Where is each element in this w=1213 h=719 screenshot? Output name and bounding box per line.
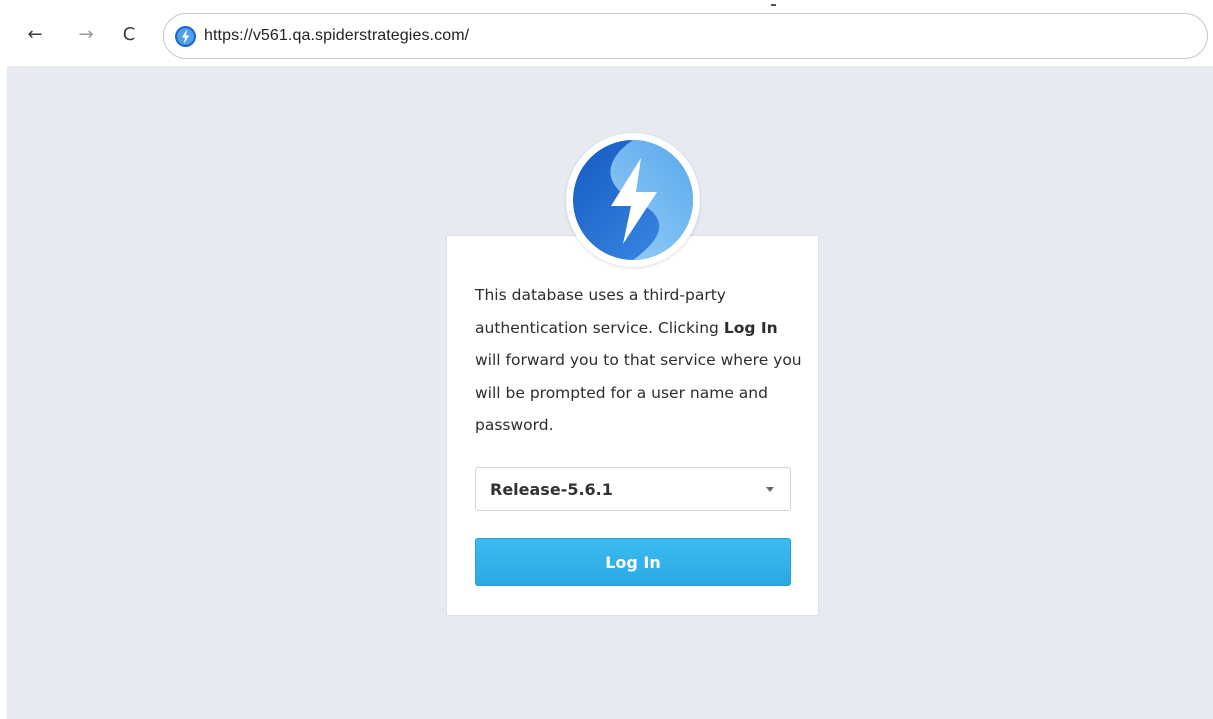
forward-button[interactable]: → [73,22,99,48]
address-bar[interactable]: https://v561.qa.spiderstrategies.com/ [163,13,1208,59]
app-logo-icon [573,140,693,260]
reload-icon: C [122,24,136,45]
login-card: This database uses a third-party authent… [446,235,819,616]
url-text: https://v561.qa.spiderstrategies.com/ [204,27,470,44]
logo-container [566,133,700,267]
auth-info-message: This database uses a third-party authent… [475,279,805,442]
back-button[interactable]: ← [22,22,48,48]
site-favicon-icon [175,26,196,47]
window-mark [771,4,776,6]
message-login-emphasis: Log In [723,318,778,337]
back-arrow-icon: ← [27,24,43,45]
reload-button[interactable]: C [116,22,142,48]
forward-arrow-icon: → [78,24,94,45]
message-intro: This database uses a third-party authent… [475,286,726,337]
message-outro: will forward you to that service where y… [475,351,802,434]
login-button[interactable]: Log In [475,538,791,586]
login-button-label: Log In [605,552,661,572]
browser-toolbar: ← → C https://v561.qa.spiderstrategies.c… [0,0,1213,66]
chevron-down-icon [766,487,774,492]
database-select-value: Release-5.6.1 [490,480,613,499]
database-select[interactable]: Release-5.6.1 [475,467,791,511]
